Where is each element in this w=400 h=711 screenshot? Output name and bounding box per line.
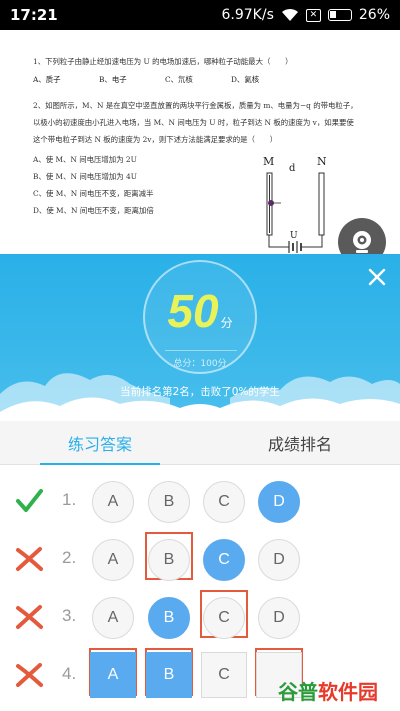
score-unit: 分	[220, 316, 233, 330]
q2-option-c: C、使 M、N 间电压不变，距离减半	[33, 189, 154, 198]
rank-text: 当前排名第2名，击败了0%的学生	[120, 386, 280, 398]
option-d[interactable]: D	[258, 539, 300, 581]
option-d[interactable]: D	[258, 597, 300, 639]
network-speed: 6.97K/s	[221, 7, 274, 23]
option-c-selected[interactable]: C	[203, 539, 245, 581]
cross-icon	[16, 663, 43, 687]
option-b[interactable]: B	[148, 539, 190, 581]
option-c[interactable]: C	[203, 481, 245, 523]
circuit-diagram: M d N U	[263, 155, 327, 253]
result-tabs: 练习答案 成绩排名	[0, 421, 400, 465]
tab-practice-answers[interactable]: 练习答案	[0, 421, 200, 465]
score-panel: 50 分 总分：100分 当前排名第2名，击败了0%的学生	[0, 254, 400, 424]
question-2-line-2: 以极小的初速度由小孔进入电场，当 M、N 间电压为 U 时，粒子到达 N 板的速…	[33, 118, 354, 127]
question-number: 3.	[62, 606, 77, 625]
question-2-line-1: 2、如图所示，M、N 是在真空中竖直放置的两块平行金属板，质量为 m、电量为−q…	[33, 101, 358, 110]
figure-label-u: U	[290, 231, 298, 241]
close-icon[interactable]	[366, 266, 388, 288]
option-b[interactable]: B	[148, 481, 190, 523]
status-bar: 17:21 6.97K/s ✕ 26%	[0, 0, 400, 30]
cross-icon	[16, 547, 43, 571]
q1-option-d: D、氦核	[231, 75, 260, 84]
screen: { "status_bar": { "time": "17:21", "spee…	[0, 0, 400, 711]
question-number: 2.	[62, 548, 77, 567]
q1-option-a: A、质子	[33, 75, 61, 84]
battery-percent: 26%	[358, 7, 390, 23]
question-2-line-3: 这个带电粒子到达 N 板的速度为 2v，则下述方法能满足要求的是（ ）	[33, 135, 278, 144]
option-c[interactable]: C	[203, 597, 245, 639]
score-value: 50 分	[145, 284, 255, 338]
tab-score-ranking[interactable]: 成绩排名	[200, 421, 400, 464]
q1-option-b: B、电子	[99, 75, 127, 84]
option-a[interactable]: A	[92, 481, 134, 523]
figure-label-n: N	[317, 155, 327, 168]
camera-icon	[353, 231, 371, 253]
question-1-options: A、质子 B、电子 C、氘核 D、氦核	[33, 74, 297, 85]
wifi-icon	[281, 8, 298, 21]
score-number: 50	[167, 285, 219, 337]
question-number: 4.	[62, 664, 77, 683]
answer-row-3[interactable]: 3. A B C D	[0, 588, 400, 646]
figure-label-m: M	[263, 155, 274, 168]
cross-icon	[16, 605, 43, 629]
check-icon	[16, 489, 43, 512]
question-number: 1.	[62, 490, 77, 509]
status-time: 17:21	[10, 6, 58, 24]
battery-icon	[327, 9, 352, 21]
watermark-logo: 谷普 软件园	[278, 679, 378, 704]
no-sim-icon: ✕	[305, 8, 321, 22]
q2-option-d: D、使 M、N 间电压不变，距离加倍	[33, 206, 154, 215]
question-1-text: 1、下列粒子由静止经加速电压为 U 的电场加速后，哪种粒子动能最大（ ）	[33, 57, 293, 66]
answer-row-2[interactable]: 2. A B C D	[0, 530, 400, 588]
option-a-selected[interactable]: A	[90, 652, 136, 698]
option-a[interactable]: A	[92, 539, 134, 581]
q1-option-c: C、氘核	[165, 75, 193, 84]
q2-option-b: B、使 M、N 间电压增加为 4U	[33, 172, 137, 181]
option-a[interactable]: A	[92, 597, 134, 639]
answer-row-1[interactable]: 1. A B C D	[0, 472, 400, 530]
question-document: 1、下列粒子由静止经加速电压为 U 的电场加速后，哪种粒子动能最大（ ） A、质…	[0, 30, 400, 266]
q2-option-a: A、使 M、N 间电压增加为 2U	[33, 155, 137, 164]
option-b-selected[interactable]: B	[146, 652, 192, 698]
score-divider	[165, 350, 237, 351]
figure-label-d: d	[289, 163, 296, 174]
option-b-selected[interactable]: B	[148, 597, 190, 639]
option-d-selected[interactable]: D	[258, 481, 300, 523]
option-c[interactable]: C	[201, 652, 247, 698]
